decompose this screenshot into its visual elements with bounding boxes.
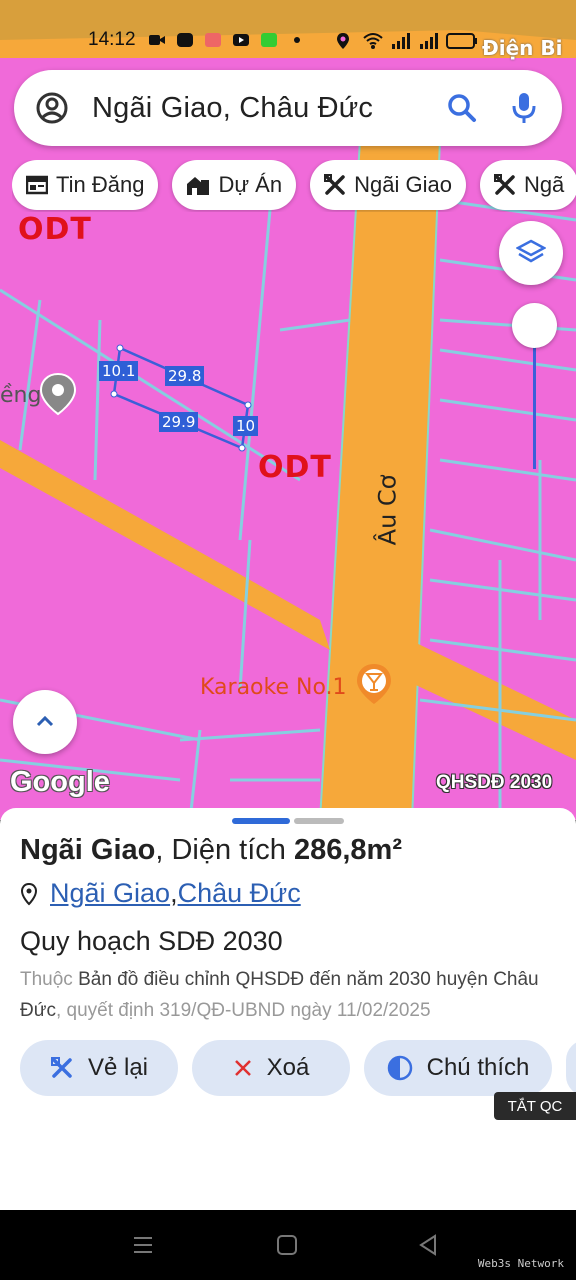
map-view[interactable]: 14:12 Điện Bi Ngãi Giao, Châu Đức Tin Đă… <box>0 0 576 820</box>
pin-icon <box>20 882 38 906</box>
signal-2-icon <box>418 32 438 49</box>
location-row: Ngãi Giao, Châu Đức <box>20 878 301 909</box>
action-row: Vẻ lại Xoá Chú thích <box>20 1040 576 1098</box>
search-bar[interactable]: Ngãi Giao, Châu Đức <box>14 70 562 146</box>
desc-suffix: , quyết định 319/QĐ-UBND ngày 11/02/2025 <box>55 1000 431 1021</box>
search-input[interactable]: Ngãi Giao, Châu Đức <box>92 92 444 125</box>
chip-ngai-giao-2[interactable]: Ngã <box>479 160 576 210</box>
title-area-value: 286,8m² <box>293 834 402 866</box>
zalo-icon <box>176 32 194 48</box>
chip-label: Ngã <box>523 172 565 197</box>
info-sheet: Ngãi Giao, Diện tích 286,8m² Ngãi Giao, … <box>0 808 576 1210</box>
action-label: Vẻ lại <box>87 1054 149 1081</box>
layers-button[interactable] <box>499 221 563 285</box>
delete-button[interactable]: Xoá <box>192 1040 350 1096</box>
plan-title: Quy hoạch SDĐ 2030 <box>20 926 283 956</box>
microphone-icon[interactable] <box>506 90 542 126</box>
plan-description: Thuộc Bản đồ điều chỉnh QHSDĐ đến năm 20… <box>20 964 556 1026</box>
account-icon[interactable] <box>34 90 70 126</box>
wechat-icon <box>260 32 278 48</box>
chip-tin-dang[interactable]: Tin Đăng <box>12 160 159 210</box>
more-action-button[interactable] <box>566 1040 576 1096</box>
commune-link[interactable]: Ngãi Giao <box>50 878 170 909</box>
wifi-icon <box>362 32 383 49</box>
ad-toggle-button[interactable]: TẮT QC <box>494 1092 576 1120</box>
app-icon <box>204 32 222 48</box>
parcel-dim-left: 10.1 <box>99 361 139 381</box>
zone-label-odt: ODT <box>258 450 332 485</box>
sheet-title: Ngãi Giao, Diện tích 286,8m² <box>20 834 402 867</box>
dot-icon <box>288 32 306 48</box>
tools-icon <box>324 174 346 196</box>
parcel-dim-top: 29.8 <box>165 366 205 386</box>
watermark: Web3s Network <box>477 1257 564 1270</box>
road-name-label: Âu Cơ <box>373 474 402 546</box>
loc-separator: , <box>170 878 178 908</box>
title-place: Ngãi Giao <box>20 834 156 866</box>
building-icon <box>186 174 210 196</box>
status-time: 14:12 <box>88 29 136 50</box>
tools-icon <box>493 174 516 196</box>
chip-label: Ngãi Giao <box>354 172 452 197</box>
desc-prefix: Thuộc <box>20 969 79 990</box>
action-label: Xoá <box>266 1054 310 1081</box>
parcel-dim-right: 10 <box>233 416 259 436</box>
back-icon[interactable] <box>418 1234 438 1261</box>
chip-ngai-giao[interactable]: Ngãi Giao <box>310 160 466 210</box>
location-icon <box>334 32 352 49</box>
zone-label-odt: ODT <box>18 212 92 247</box>
sheet-handle[interactable] <box>294 818 344 824</box>
opacity-slider-thumb[interactable] <box>512 303 557 348</box>
sheet-handle-active[interactable] <box>232 818 290 824</box>
poi-label: Karaoke No.1 <box>200 675 347 700</box>
google-logo: Google <box>10 766 110 798</box>
filter-chips: Tin Đăng Dự Án Ngãi Giao Ngã <box>12 160 576 212</box>
district-link[interactable]: Châu Đức <box>178 878 301 909</box>
chip-du-an[interactable]: Dự Án <box>172 160 297 210</box>
parcel-dim-bottom: 29.9 <box>159 412 199 432</box>
karaoke-icon[interactable] <box>354 662 394 710</box>
chip-label: Tin Đăng <box>56 172 145 197</box>
chevron-up-icon <box>36 715 54 727</box>
action-label: Chú thích <box>426 1054 530 1081</box>
signal-icon <box>390 32 410 49</box>
map-top-right-label: Điện Bi <box>482 36 563 60</box>
chip-label: Dự Án <box>218 172 283 197</box>
map-layer-tag: QHSDĐ 2030 <box>436 772 553 793</box>
newspaper-icon <box>26 175 48 195</box>
redraw-icon <box>50 1056 74 1080</box>
video-call-icon <box>148 32 166 48</box>
opacity-slider-track[interactable] <box>533 345 536 469</box>
layers-icon <box>516 239 546 263</box>
expand-up-button[interactable] <box>13 690 77 754</box>
battery-icon <box>445 32 477 49</box>
redraw-button[interactable]: Vẻ lại <box>20 1040 178 1096</box>
legend-button[interactable]: Chú thích <box>364 1040 552 1096</box>
close-icon <box>233 1058 253 1078</box>
place-marker-icon[interactable] <box>38 372 78 420</box>
recents-icon[interactable] <box>132 1234 154 1261</box>
title-area-label: , Diện tích <box>155 834 294 866</box>
youtube-icon <box>232 32 250 48</box>
partial-place-label: ềng <box>0 383 42 408</box>
legend-icon <box>387 1055 413 1081</box>
search-icon[interactable] <box>444 90 480 126</box>
home-icon[interactable] <box>276 1234 298 1261</box>
